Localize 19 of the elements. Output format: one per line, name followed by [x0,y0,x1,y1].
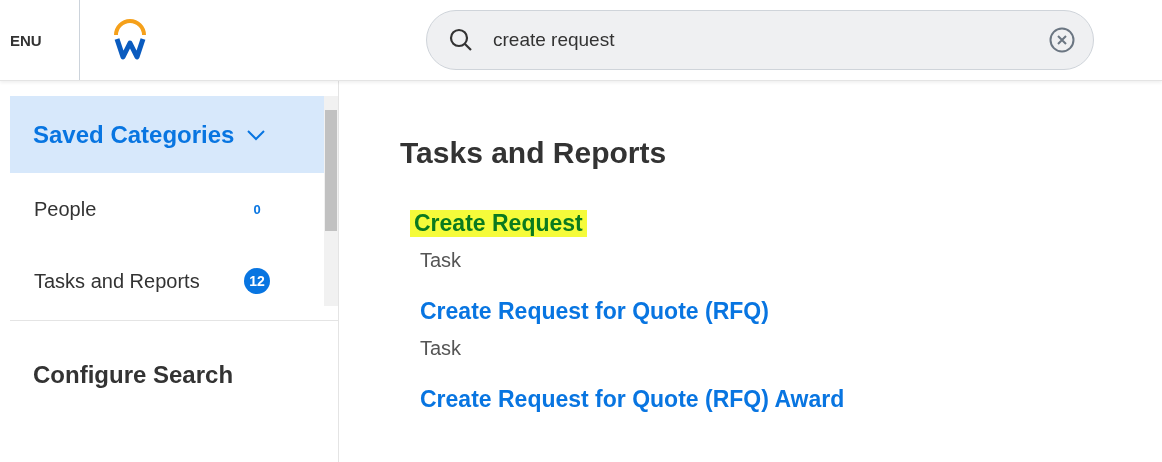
result-type: Task [420,249,463,272]
search-icon [449,28,473,52]
menu-button[interactable]: ENU [0,0,80,80]
result-type: Task [420,337,463,360]
configure-search-link[interactable]: Configure Search [33,361,338,389]
result-link[interactable]: Create Request for Quote (RFQ) Award [420,386,845,413]
category-item[interactable]: Tasks and Reports [34,269,244,293]
search-bar[interactable]: create request [426,10,1094,70]
result-link[interactable]: Create Request for Quote (RFQ) [420,298,769,325]
category-item[interactable]: People [34,197,244,221]
scrollbar[interactable] [324,96,338,306]
count-label: 0 [252,201,262,217]
search-input[interactable]: create request [491,28,1049,52]
count-badge: 12 [244,268,270,294]
chevron-icon [246,128,267,141]
section-heading: Tasks and Reports [400,136,668,170]
saved-categories-header[interactable]: Saved Categories [10,96,324,173]
result-link[interactable]: Create Request [410,210,587,237]
clear-icon[interactable] [1049,27,1075,53]
